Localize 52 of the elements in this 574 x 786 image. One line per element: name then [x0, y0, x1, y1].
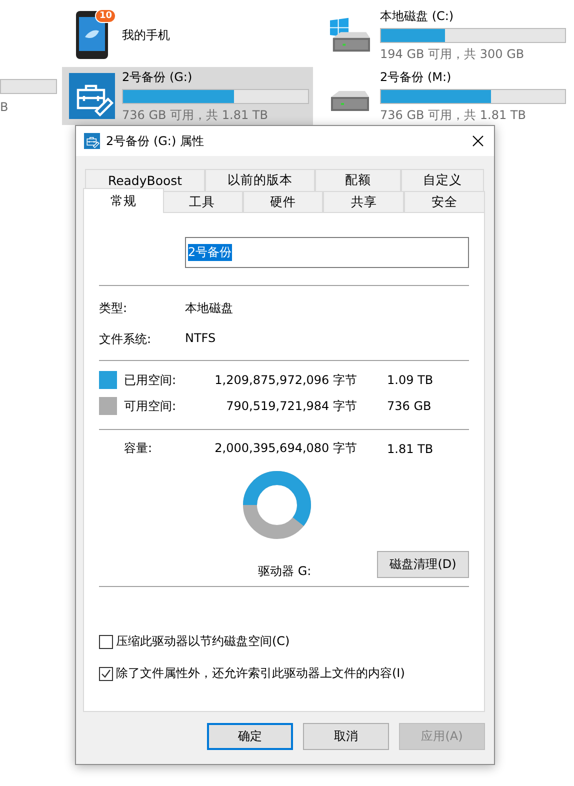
drive-icon	[330, 90, 370, 112]
space-label: 可用空间:	[124, 398, 178, 414]
tab[interactable]: 安全	[404, 191, 485, 213]
tab[interactable]: 以前的版本	[205, 169, 315, 191]
tab[interactable]: 自定义	[401, 169, 484, 191]
checkbox[interactable]	[99, 666, 113, 680]
space-label: 已用空间:	[124, 372, 178, 388]
checkbox[interactable]	[99, 634, 113, 648]
space-label: 容量:	[124, 440, 154, 457]
close-button[interactable]	[470, 133, 486, 149]
name-field[interactable]: 2号备份	[185, 237, 469, 268]
drive-label: 驱动器 G:	[258, 563, 312, 580]
checkbox-option[interactable]: 压缩此驱动器以节约磁盘空间(C)	[99, 633, 469, 650]
dialog-button[interactable]: 确定	[207, 723, 293, 750]
field-label: 文件系统:	[99, 331, 152, 348]
tab[interactable]: 配额	[315, 169, 401, 191]
drive-detail: 194 GB 可用，共 300 GB	[380, 46, 526, 62]
drive-tile[interactable]: 2号备份 (M:) 736 GB 可用，共 1.81 TB	[320, 67, 570, 125]
drive-tile[interactable]: 2号备份 (G:) 736 GB 可用，共 1.81 TB	[62, 67, 313, 125]
toolbox-icon	[84, 133, 100, 149]
size-value: 1.81 TB	[387, 442, 434, 456]
drive-name: 我的手机	[122, 26, 171, 44]
drive-name: 2号备份 (M:)	[380, 68, 452, 86]
tab[interactable]: 工具	[162, 191, 243, 213]
tab[interactable]: 硬件	[242, 191, 324, 213]
drive-tile[interactable]: 10 我的手机	[62, 7, 313, 63]
drive-name: 2号备份 (G:)	[122, 68, 194, 86]
byte-count: 1,209,875,972,096 字节	[214, 372, 357, 388]
tab[interactable]: ReadyBoost	[85, 169, 205, 191]
tab[interactable]: 共享	[323, 191, 404, 213]
tab[interactable]: 常规	[83, 188, 164, 213]
checkbox-option[interactable]: 除了文件属性外，还允许索引此驱动器上文件的内容(I)	[99, 665, 469, 682]
system-drive-icon	[330, 17, 370, 53]
disk-cleanup-button[interactable]: 磁盘清理(D)	[377, 551, 469, 578]
count-badge: 10	[95, 9, 116, 23]
size-value: 736 GB	[387, 399, 432, 413]
capacity-bar	[0, 78, 57, 94]
drive-name: 本地磁盘 (C:)	[380, 8, 455, 24]
drive-detail: 736 GB 可用，共 1.81 TB	[380, 106, 527, 124]
byte-count: 790,519,721,984 字节	[225, 398, 357, 414]
toolbox-icon	[69, 73, 115, 119]
dialog-button[interactable]: 取消	[303, 723, 389, 750]
field-value: NTFS	[185, 331, 217, 347]
byte-count: 2,000,395,694,080 字节	[214, 440, 357, 457]
window-title: 2号备份 (G:) 属性	[106, 132, 205, 150]
usage-ring-drawing	[243, 471, 311, 539]
field-value: 本地磁盘	[185, 300, 234, 317]
drive-detail: B	[0, 100, 10, 114]
size-value: 1.09 TB	[387, 373, 434, 387]
drive-tile[interactable]: 本地磁盘 (C:) 194 GB 可用，共 300 GB	[320, 7, 570, 63]
field-label: 类型:	[99, 300, 128, 317]
drive-detail: 736 GB 可用，共 1.81 TB	[122, 106, 269, 124]
